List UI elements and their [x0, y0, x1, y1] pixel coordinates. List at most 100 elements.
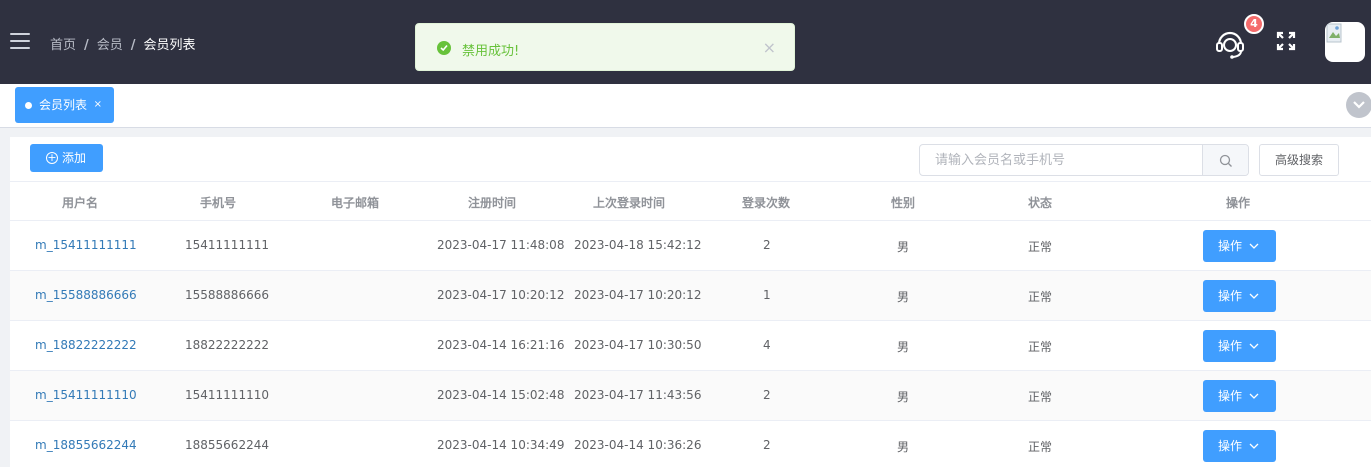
- registered-time-cell: 2023-04-14 16:21:16: [437, 338, 565, 352]
- search-input[interactable]: [920, 145, 1203, 175]
- chevron-down-icon: [1249, 343, 1259, 349]
- column-header-status: 状态: [1028, 196, 1053, 210]
- login-count-cell: 4: [763, 338, 771, 352]
- username-link[interactable]: m_18822222222: [35, 338, 137, 352]
- last-login-time-cell: 2023-04-17 11:43:56: [574, 388, 702, 402]
- plus-circle-icon: +: [46, 151, 58, 164]
- username-link[interactable]: m_15411111111: [35, 238, 137, 252]
- row-action-dropdown[interactable]: 操作: [1203, 330, 1276, 362]
- tags-view-bar: 会员列表 ×: [0, 84, 1371, 128]
- broken-image-icon: [1326, 23, 1342, 43]
- breadcrumb-member[interactable]: 会员: [97, 38, 123, 53]
- table-row: m_15411111111 15411111111 2023-04-17 11:48…: [10, 221, 1371, 271]
- column-header-email: 电子邮箱: [331, 196, 380, 210]
- success-toast: 禁用成功! ×: [415, 23, 795, 71]
- phone-cell: 15588886666: [185, 288, 269, 302]
- menu-line: [10, 40, 30, 42]
- table-row: m_18855662244 18855662244 2023-04-14 10:34…: [10, 421, 1371, 467]
- gender-cell: 男: [897, 440, 910, 454]
- menu-line: [10, 47, 30, 49]
- toast-close-icon[interactable]: ×: [763, 38, 776, 57]
- breadcrumb-separator: /: [130, 38, 136, 53]
- action-label: 操作: [1218, 339, 1243, 353]
- action-label: 操作: [1218, 439, 1243, 453]
- search-button[interactable]: [1202, 145, 1248, 175]
- active-dot-icon: [25, 102, 32, 109]
- phone-cell: 15411111111: [185, 238, 269, 252]
- breadcrumb-current: 会员列表: [143, 38, 196, 53]
- action-label: 操作: [1218, 239, 1243, 253]
- row-action-dropdown[interactable]: 操作: [1203, 430, 1276, 462]
- login-count-cell: 2: [763, 438, 771, 452]
- chevron-down-icon: [1249, 393, 1259, 399]
- phone-cell: 15411111110: [185, 388, 269, 402]
- success-check-icon: [437, 41, 451, 55]
- member-table: 用户名 手机号 电子邮箱 注册时间 上次登录时间 登录次数 性别 状态 操作 m…: [10, 181, 1371, 467]
- table-row: m_15411111110 15411111110 2023-04-14 15:02…: [10, 371, 1371, 421]
- gender-cell: 男: [897, 240, 910, 254]
- member-list-card: + 添加 高级搜索 用户名 手机号 电子邮箱 注册时间 上次登录时间 登录次数 …: [10, 137, 1371, 467]
- tags-dropdown-icon[interactable]: [1346, 92, 1371, 118]
- username-link[interactable]: m_15588886666: [35, 288, 137, 302]
- toast-message: 禁用成功!: [462, 44, 520, 59]
- registered-time-cell: 2023-04-14 15:02:48: [437, 388, 565, 402]
- login-count-cell: 2: [763, 238, 771, 252]
- notification-badge: 4: [1244, 14, 1264, 34]
- chevron-down-icon: [1249, 293, 1259, 299]
- row-action-dropdown[interactable]: 操作: [1203, 230, 1276, 262]
- search-box: [919, 144, 1249, 176]
- tag-member-list[interactable]: 会员列表 ×: [15, 87, 114, 123]
- column-header-last-login: 上次登录时间: [593, 196, 666, 210]
- column-header-phone: 手机号: [200, 196, 237, 210]
- advanced-search-button[interactable]: 高级搜索: [1259, 144, 1339, 176]
- login-count-cell: 1: [763, 288, 771, 302]
- table-row: m_18822222222 18822222222 2023-04-14 16:21…: [10, 321, 1371, 371]
- status-cell: 正常: [1028, 240, 1053, 254]
- registered-time-cell: 2023-04-17 11:48:08: [437, 238, 565, 252]
- registered-time-cell: 2023-04-17 10:20:12: [437, 288, 565, 302]
- column-header-login-count: 登录次数: [742, 196, 791, 210]
- chevron-down-icon: [1249, 243, 1259, 249]
- column-header-username: 用户名: [62, 196, 99, 210]
- fullscreen-icon[interactable]: [1276, 31, 1296, 51]
- registered-time-cell: 2023-04-14 10:34:49: [437, 438, 565, 452]
- column-header-gender: 性别: [891, 196, 916, 210]
- phone-cell: 18855662244: [185, 438, 269, 452]
- action-label: 操作: [1218, 289, 1243, 303]
- last-login-time-cell: 2023-04-17 10:30:50: [574, 338, 702, 352]
- phone-cell: 18822222222: [185, 338, 269, 352]
- status-cell: 正常: [1028, 440, 1053, 454]
- username-link[interactable]: m_15411111110: [35, 388, 137, 402]
- row-action-dropdown[interactable]: 操作: [1203, 380, 1276, 412]
- breadcrumb: 首页 / 会员 / 会员列表: [50, 34, 196, 53]
- avatar[interactable]: [1325, 22, 1365, 62]
- status-cell: 正常: [1028, 390, 1053, 404]
- login-count-cell: 2: [763, 388, 771, 402]
- status-cell: 正常: [1028, 340, 1053, 354]
- table-header: 用户名 手机号 电子邮箱 注册时间 上次登录时间 登录次数 性别 状态 操作: [10, 181, 1371, 221]
- tag-close-icon[interactable]: ×: [94, 87, 102, 123]
- row-action-dropdown[interactable]: 操作: [1203, 280, 1276, 312]
- action-label: 操作: [1218, 389, 1243, 403]
- breadcrumb-home[interactable]: 首页: [50, 38, 76, 53]
- last-login-time-cell: 2023-04-17 10:20:12: [574, 288, 702, 302]
- customer-service-icon[interactable]: [1213, 26, 1247, 60]
- status-cell: 正常: [1028, 290, 1053, 304]
- gender-cell: 男: [897, 340, 910, 354]
- chevron-down-icon: [1249, 443, 1259, 449]
- column-header-registered: 注册时间: [468, 196, 517, 210]
- menu-line: [10, 33, 30, 35]
- menu-toggle-icon[interactable]: [10, 33, 30, 49]
- tag-label: 会员列表: [39, 98, 88, 112]
- add-button-label: 添加: [62, 151, 87, 165]
- breadcrumb-separator: /: [84, 38, 89, 53]
- last-login-time-cell: 2023-04-18 15:42:12: [574, 238, 702, 252]
- search-icon: [1219, 154, 1232, 167]
- gender-cell: 男: [897, 290, 910, 304]
- last-login-time-cell: 2023-04-14 10:36:26: [574, 438, 702, 452]
- gender-cell: 男: [897, 390, 910, 404]
- column-header-actions: 操作: [1226, 196, 1251, 210]
- table-row: m_15588886666 15588886666 2023-04-17 10:20…: [10, 271, 1371, 321]
- username-link[interactable]: m_18855662244: [35, 438, 137, 452]
- add-button[interactable]: + 添加: [30, 144, 103, 172]
